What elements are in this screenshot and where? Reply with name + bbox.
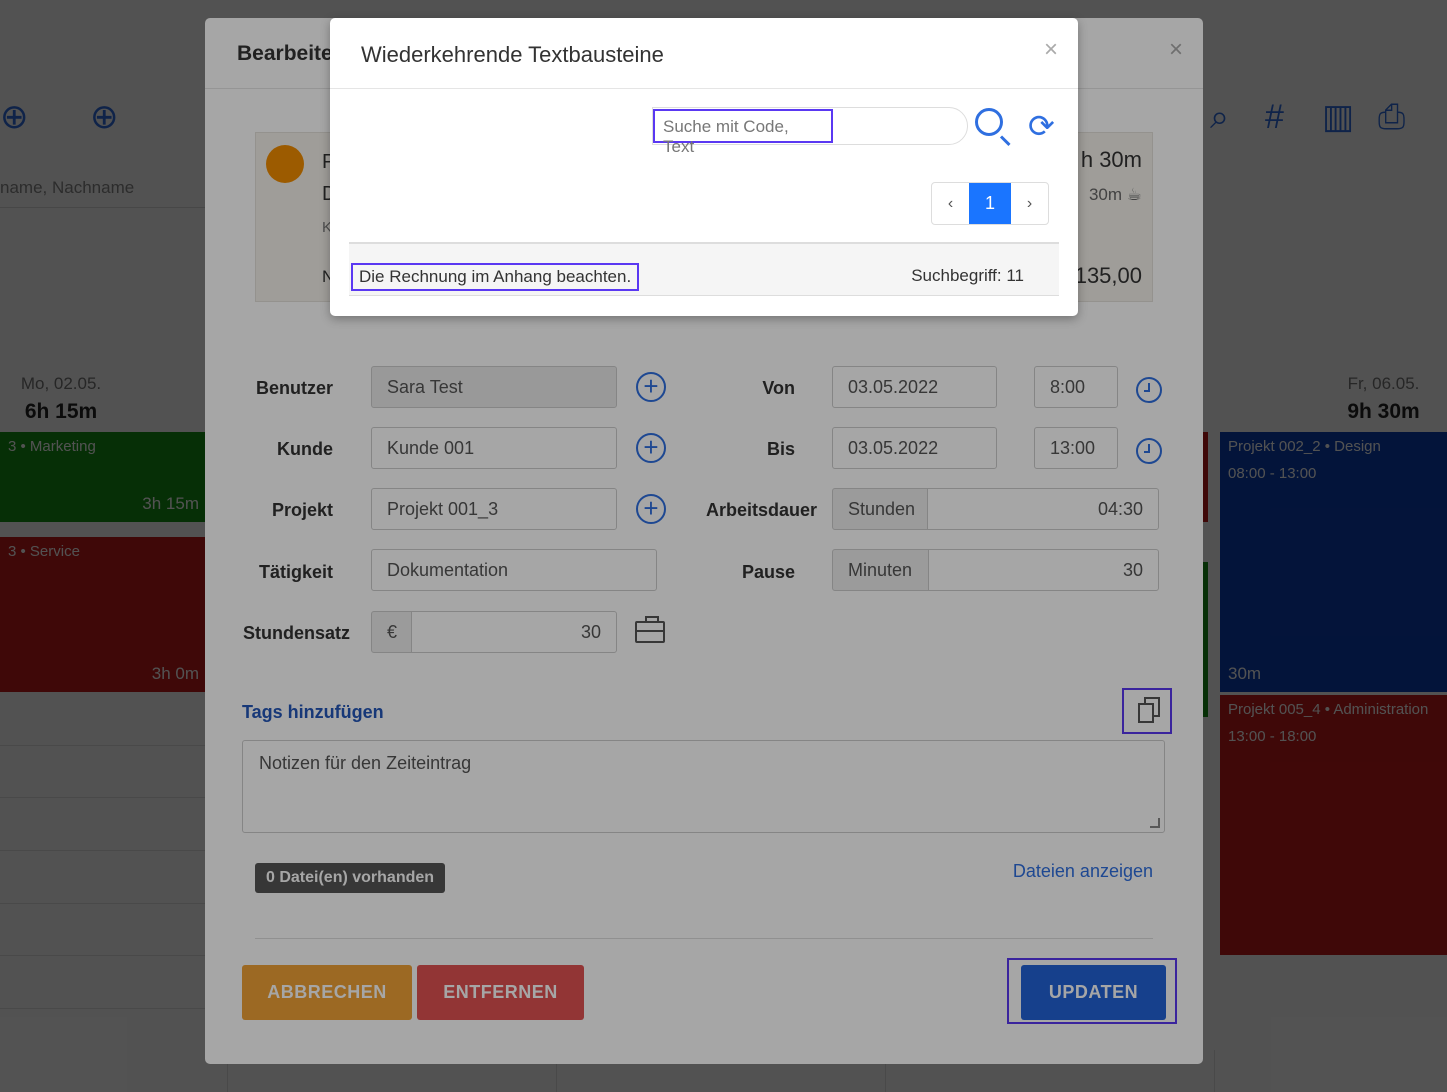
page-button[interactable]: 1 (969, 183, 1011, 224)
snippet-code: Suchbegriff: 11 (911, 266, 1024, 285)
refresh-icon[interactable]: ⟳ (1028, 110, 1055, 142)
dialog-title: Wiederkehrende Textbausteine (361, 42, 664, 67)
text-snippets-dialog: Wiederkehrende Textbausteine × Suche mit… (330, 18, 1078, 316)
pagination: ‹ 1 › (931, 182, 1049, 225)
snippet-row[interactable]: Die Rechnung im Anhang beachten. Suchbeg… (349, 242, 1059, 296)
dialog-header: Wiederkehrende Textbausteine × (330, 18, 1078, 89)
close-icon[interactable]: × (1044, 36, 1058, 64)
snippet-text[interactable]: Die Rechnung im Anhang beachten. (351, 263, 640, 291)
search-icon[interactable] (975, 108, 1003, 136)
next-page-button[interactable]: › (1011, 183, 1048, 224)
prev-page-button[interactable]: ‹ (932, 183, 969, 224)
snippet-search-input[interactable]: Suche mit Code, Text (653, 109, 833, 156)
